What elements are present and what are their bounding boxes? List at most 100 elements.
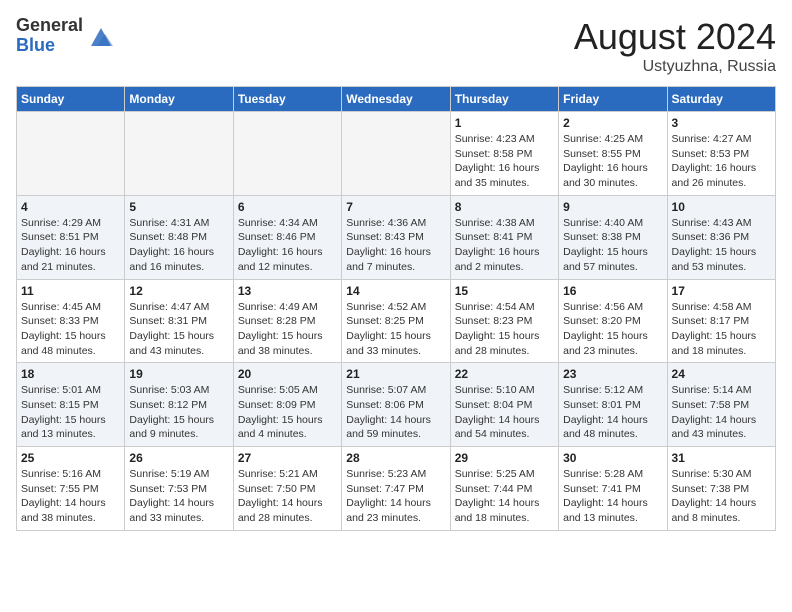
day-number: 31 xyxy=(672,451,771,465)
calendar-cell: 8 Sunrise: 4:38 AMSunset: 8:41 PMDaylight… xyxy=(450,195,558,279)
weekday-header-sunday: Sunday xyxy=(17,87,125,112)
logo-blue-text: Blue xyxy=(16,36,83,56)
weekday-header-tuesday: Tuesday xyxy=(233,87,341,112)
calendar-cell xyxy=(17,112,125,196)
calendar-cell: 12 Sunrise: 4:47 AMSunset: 8:31 PMDayligh… xyxy=(125,279,233,363)
day-info: Sunrise: 4:36 AMSunset: 8:43 PMDaylight:… xyxy=(346,216,445,275)
day-info: Sunrise: 5:01 AMSunset: 8:15 PMDaylight:… xyxy=(21,383,120,442)
day-number: 24 xyxy=(672,367,771,381)
calendar-cell: 11 Sunrise: 4:45 AMSunset: 8:33 PMDayligh… xyxy=(17,279,125,363)
day-info: Sunrise: 4:31 AMSunset: 8:48 PMDaylight:… xyxy=(129,216,228,275)
day-number: 23 xyxy=(563,367,662,381)
page-header: General Blue August 2024 Ustyuzhna, Russ… xyxy=(16,16,776,76)
calendar-cell: 21Sunrise: 5:07 AMSunset: 8:06 PMDayligh… xyxy=(342,363,450,447)
day-number: 8 xyxy=(455,200,554,214)
week-row-2: 4 Sunrise: 4:29 AMSunset: 8:51 PMDaylight… xyxy=(17,195,776,279)
day-number: 2 xyxy=(563,116,662,130)
day-number: 19 xyxy=(129,367,228,381)
weekday-header-thursday: Thursday xyxy=(450,87,558,112)
day-info: Sunrise: 5:21 AMSunset: 7:50 PMDaylight:… xyxy=(238,467,337,526)
calendar-cell: 22 Sunrise: 5:10 AMSunset: 8:04 PMDayligh… xyxy=(450,363,558,447)
day-number: 6 xyxy=(238,200,337,214)
day-number: 7 xyxy=(346,200,445,214)
calendar-table: SundayMondayTuesdayWednesdayThursdayFrid… xyxy=(16,86,776,531)
day-info: Sunrise: 4:54 AMSunset: 8:23 PMDaylight:… xyxy=(455,300,554,359)
calendar-cell: 25 Sunrise: 5:16 AMSunset: 7:55 PMDayligh… xyxy=(17,447,125,531)
calendar-cell: 7 Sunrise: 4:36 AMSunset: 8:43 PMDaylight… xyxy=(342,195,450,279)
weekday-header-saturday: Saturday xyxy=(667,87,775,112)
day-number: 1 xyxy=(455,116,554,130)
day-number: 29 xyxy=(455,451,554,465)
calendar-cell: 23 Sunrise: 5:12 AMSunset: 8:01 PMDayligh… xyxy=(559,363,667,447)
calendar-cell: 18Sunrise: 5:01 AMSunset: 8:15 PMDayligh… xyxy=(17,363,125,447)
day-number: 27 xyxy=(238,451,337,465)
day-number: 25 xyxy=(21,451,120,465)
title-block: August 2024 Ustyuzhna, Russia xyxy=(574,16,776,76)
day-info: Sunrise: 4:23 AMSunset: 8:58 PMDaylight:… xyxy=(455,132,554,191)
calendar-cell: 4 Sunrise: 4:29 AMSunset: 8:51 PMDaylight… xyxy=(17,195,125,279)
calendar-cell: 24 Sunrise: 5:14 AMSunset: 7:58 PMDayligh… xyxy=(667,363,775,447)
day-info: Sunrise: 4:47 AMSunset: 8:31 PMDaylight:… xyxy=(129,300,228,359)
day-info: Sunrise: 5:25 AMSunset: 7:44 PMDaylight:… xyxy=(455,467,554,526)
weekday-header-monday: Monday xyxy=(125,87,233,112)
day-info: Sunrise: 4:58 AMSunset: 8:17 PMDaylight:… xyxy=(672,300,771,359)
day-info: Sunrise: 4:27 AMSunset: 8:53 PMDaylight:… xyxy=(672,132,771,191)
day-info: Sunrise: 4:34 AMSunset: 8:46 PMDaylight:… xyxy=(238,216,337,275)
day-number: 21 xyxy=(346,367,445,381)
weekday-header-friday: Friday xyxy=(559,87,667,112)
day-number: 30 xyxy=(563,451,662,465)
calendar-cell: 1 Sunrise: 4:23 AMSunset: 8:58 PMDaylight… xyxy=(450,112,558,196)
day-info: Sunrise: 5:12 AMSunset: 8:01 PMDaylight:… xyxy=(563,383,662,442)
day-number: 11 xyxy=(21,284,120,298)
day-info: Sunrise: 5:03 AMSunset: 8:12 PMDaylight:… xyxy=(129,383,228,442)
day-number: 20 xyxy=(238,367,337,381)
weekday-header-wednesday: Wednesday xyxy=(342,87,450,112)
day-number: 28 xyxy=(346,451,445,465)
week-row-3: 11 Sunrise: 4:45 AMSunset: 8:33 PMDayligh… xyxy=(17,279,776,363)
day-info: Sunrise: 5:10 AMSunset: 8:04 PMDaylight:… xyxy=(455,383,554,442)
day-number: 3 xyxy=(672,116,771,130)
day-number: 16 xyxy=(563,284,662,298)
calendar-cell: 9Sunrise: 4:40 AMSunset: 8:38 PMDaylight… xyxy=(559,195,667,279)
day-info: Sunrise: 5:05 AMSunset: 8:09 PMDaylight:… xyxy=(238,383,337,442)
calendar-cell: 17 Sunrise: 4:58 AMSunset: 8:17 PMDayligh… xyxy=(667,279,775,363)
day-number: 22 xyxy=(455,367,554,381)
day-number: 5 xyxy=(129,200,228,214)
calendar-cell: 13Sunrise: 4:49 AMSunset: 8:28 PMDayligh… xyxy=(233,279,341,363)
day-info: Sunrise: 5:14 AMSunset: 7:58 PMDaylight:… xyxy=(672,383,771,442)
calendar-cell: 26Sunrise: 5:19 AMSunset: 7:53 PMDayligh… xyxy=(125,447,233,531)
day-info: Sunrise: 4:56 AMSunset: 8:20 PMDaylight:… xyxy=(563,300,662,359)
day-number: 15 xyxy=(455,284,554,298)
day-info: Sunrise: 4:43 AMSunset: 8:36 PMDaylight:… xyxy=(672,216,771,275)
day-info: Sunrise: 4:45 AMSunset: 8:33 PMDaylight:… xyxy=(21,300,120,359)
logo: General Blue xyxy=(16,16,115,56)
day-info: Sunrise: 4:29 AMSunset: 8:51 PMDaylight:… xyxy=(21,216,120,275)
day-info: Sunrise: 5:30 AMSunset: 7:38 PMDaylight:… xyxy=(672,467,771,526)
day-info: Sunrise: 5:19 AMSunset: 7:53 PMDaylight:… xyxy=(129,467,228,526)
calendar-cell: 2Sunrise: 4:25 AMSunset: 8:55 PMDaylight… xyxy=(559,112,667,196)
weekday-header-row: SundayMondayTuesdayWednesdayThursdayFrid… xyxy=(17,87,776,112)
day-number: 4 xyxy=(21,200,120,214)
logo-general-text: General xyxy=(16,16,83,36)
calendar-cell: 29 Sunrise: 5:25 AMSunset: 7:44 PMDayligh… xyxy=(450,447,558,531)
day-info: Sunrise: 5:23 AMSunset: 7:47 PMDaylight:… xyxy=(346,467,445,526)
calendar-cell: 5 Sunrise: 4:31 AMSunset: 8:48 PMDaylight… xyxy=(125,195,233,279)
calendar-cell xyxy=(233,112,341,196)
logo-icon xyxy=(87,22,115,50)
day-info: Sunrise: 4:38 AMSunset: 8:41 PMDaylight:… xyxy=(455,216,554,275)
calendar-cell: 16 Sunrise: 4:56 AMSunset: 8:20 PMDayligh… xyxy=(559,279,667,363)
calendar-cell: 30Sunrise: 5:28 AMSunset: 7:41 PMDayligh… xyxy=(559,447,667,531)
calendar-cell: 20 Sunrise: 5:05 AMSunset: 8:09 PMDayligh… xyxy=(233,363,341,447)
day-number: 13 xyxy=(238,284,337,298)
week-row-4: 18Sunrise: 5:01 AMSunset: 8:15 PMDayligh… xyxy=(17,363,776,447)
day-info: Sunrise: 5:16 AMSunset: 7:55 PMDaylight:… xyxy=(21,467,120,526)
calendar-cell: 10Sunrise: 4:43 AMSunset: 8:36 PMDayligh… xyxy=(667,195,775,279)
day-number: 17 xyxy=(672,284,771,298)
calendar-cell: 14Sunrise: 4:52 AMSunset: 8:25 PMDayligh… xyxy=(342,279,450,363)
week-row-1: 1 Sunrise: 4:23 AMSunset: 8:58 PMDaylight… xyxy=(17,112,776,196)
week-row-5: 25 Sunrise: 5:16 AMSunset: 7:55 PMDayligh… xyxy=(17,447,776,531)
day-number: 12 xyxy=(129,284,228,298)
calendar-cell: 27 Sunrise: 5:21 AMSunset: 7:50 PMDayligh… xyxy=(233,447,341,531)
calendar-cell xyxy=(125,112,233,196)
day-number: 9 xyxy=(563,200,662,214)
